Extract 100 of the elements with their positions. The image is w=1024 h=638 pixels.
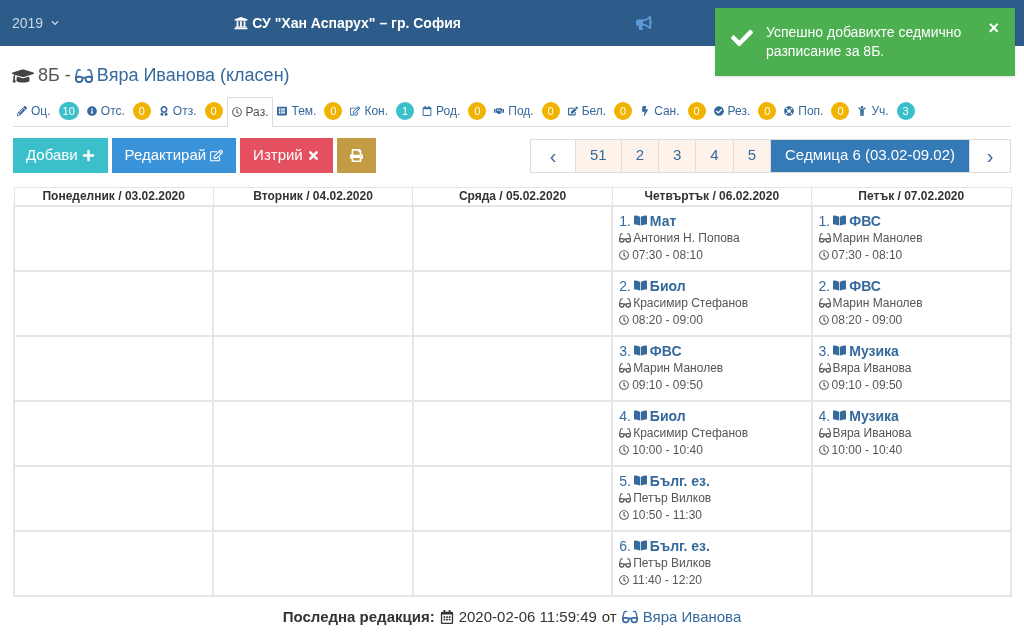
page-button[interactable]: 3 [659,139,697,172]
lesson-number: 1. [818,211,831,230]
lesson-time: 10:50 - 11:30 [632,506,702,524]
book-icon [833,279,847,292]
teacher-name: Марин Манолев [832,294,923,312]
edit-timestamp: 2020-02-06 11:59:49 [458,606,597,627]
glasses-icon [619,427,632,439]
teacher-name: Петър Вилков [633,489,712,507]
clock-icon [818,380,829,390]
page-button[interactable]: 2 [621,139,659,172]
lesson-time: 07:30 - 08:10 [831,246,903,264]
subject-link[interactable]: Музика [849,341,899,360]
clock-icon [619,250,630,260]
glasses-icon [619,362,632,374]
glasses-icon [818,362,831,374]
lesson-time: 08:20 - 09:00 [632,311,703,329]
tab[interactable]: Раз. [226,97,274,127]
page-button[interactable]: 4 [696,139,734,172]
tab[interactable]: Поп. 0 [780,96,854,126]
book-icon [833,344,847,357]
subject-link[interactable]: Биол [649,406,686,425]
child-icon [857,106,868,116]
subject-link[interactable]: ФВС [649,341,682,360]
calendar-icon [439,609,454,624]
subject-link[interactable]: Биол [649,276,686,295]
tab[interactable]: Отз. 0 [154,96,227,126]
clock-icon [619,315,630,325]
count-badge: 1 [396,102,415,120]
lesson-time: 07:30 - 08:10 [632,246,703,264]
tab[interactable]: Бел. 0 [563,96,637,126]
subject-link[interactable]: Мат [649,211,677,230]
count-badge: 0 [324,102,343,120]
close-icon [306,149,320,162]
count-badge: 0 [541,102,560,120]
lesson-time: 08:20 - 09:00 [831,311,903,329]
subject-link[interactable]: Бълг. ез. [649,536,710,555]
clock-icon [818,445,829,455]
print-button[interactable] [336,138,376,173]
subject-link[interactable]: ФВС [849,211,881,230]
tab[interactable]: Сан. 0 [636,96,710,126]
teacher-name: Красимир Стефанов [633,294,749,312]
count-badge: 0 [831,102,850,120]
subject-link[interactable]: ФВС [849,276,881,295]
edit-icon [210,149,224,162]
clock-icon [619,380,630,390]
tab[interactable]: Под. 0 [490,96,564,126]
tab[interactable]: Рез. 0 [709,96,781,126]
count-badge: 3 [896,102,915,120]
previous-page-button[interactable]: ‹ [530,139,576,172]
action-button[interactable]: Изтрий [240,138,333,173]
tab[interactable]: Род. 0 [418,96,491,126]
teacher-name: Вяра Иванова [832,359,912,377]
column-header: Сряда / 05.02.2020 [412,187,613,206]
tab[interactable]: Отс. 0 [82,96,155,126]
lesson-number: 2. [818,276,831,295]
glasses-icon [621,608,638,625]
calendar-icon [422,106,433,116]
subject-link[interactable]: Бълг. ез. [649,471,710,490]
book-icon [833,214,847,227]
action-button[interactable]: Редактирай [111,138,237,173]
lesson-number: 3. [818,341,831,360]
teacher-name: Антония Н. Попова [633,229,740,247]
glasses-icon [619,557,632,569]
glasses-icon [619,232,632,244]
teacher-link[interactable]: Вяра Иванова (класен) [96,62,290,89]
page-button[interactable]: 51 [575,139,622,172]
count-badge: 0 [758,102,777,120]
page-button[interactable]: Седмица 6 (03.02-09.02) [771,139,970,172]
lifebuoy-icon [784,106,795,116]
count-badge: 0 [687,102,706,120]
tab[interactable]: Кон. 1 [346,96,419,126]
pencil-icon [17,106,27,116]
tab[interactable]: Тем. 0 [273,96,347,126]
class-name: 8Б - [38,64,71,87]
teacher-name: Марин Манолев [633,359,724,377]
year-dropdown[interactable]: 2019 [12,12,60,34]
teacher-name: Петър Вилков [633,554,712,572]
glasses-icon [74,66,93,85]
ribbon-icon [158,106,169,116]
lesson-number: 6. [619,536,631,555]
count-badge: 0 [204,102,223,120]
next-page-button[interactable]: › [970,139,1010,172]
megaphone-icon[interactable] [635,15,652,31]
clock-icon [231,107,242,117]
toast-message: Успешно добавихте седмично разписание за 8Б. [766,23,963,61]
tab[interactable]: Оц. 10 [13,96,83,126]
glasses-icon [619,492,632,504]
page-button[interactable]: 5 [733,139,772,172]
editor-link[interactable]: Вяра Иванова [642,605,742,628]
subject-link[interactable]: Музика [849,406,899,425]
teacher-name: Вяра Иванова [832,424,912,442]
book-icon [633,279,647,292]
book-icon [633,409,647,422]
clock-icon [619,575,630,585]
book-icon [833,409,847,422]
printer-icon [349,149,363,162]
glasses-icon [818,297,831,309]
institution-icon [234,16,249,30]
column-header: Вторник / 04.02.2020 [213,187,413,206]
tab[interactable]: Уч. 3 [853,96,919,126]
